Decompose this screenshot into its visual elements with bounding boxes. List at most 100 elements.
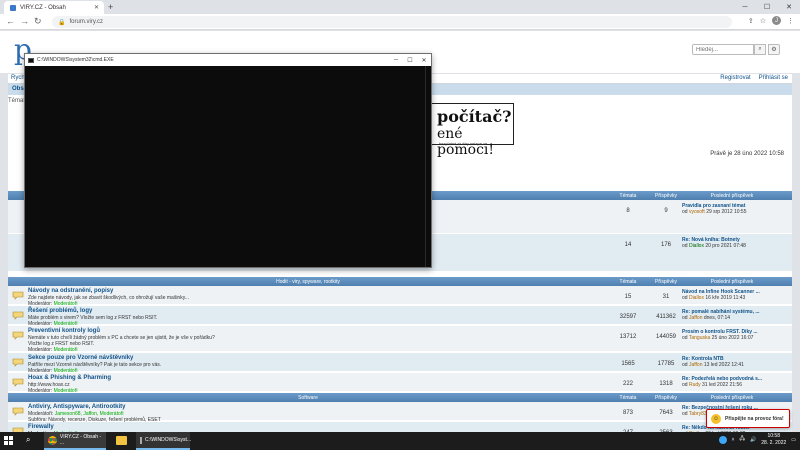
last-post-user[interactable]: Jaffon	[689, 315, 703, 321]
user-links: Registrovat Přihlásit se	[720, 75, 788, 81]
taskbar-chrome-app[interactable]: VIRY.CZ - Obsah - ...	[44, 432, 106, 450]
forum-title[interactable]: Hoax & Phishing & Pharming	[28, 375, 111, 381]
donate-popup[interactable]: ☺ Přispějte na provoz fóra!	[706, 409, 790, 428]
clock-date: 28. 2. 2022	[761, 440, 787, 446]
forum-row[interactable]: Antiviry, Antispyware, Antirootkity Moder…	[8, 402, 792, 423]
browser-toolbar: ← → ↻ 🔒 forum.viry.cz ⇪ ☆ J ⋮	[0, 14, 800, 30]
minimize-icon[interactable]: ─	[389, 54, 403, 66]
close-icon[interactable]: ✕	[417, 54, 431, 66]
share-icon[interactable]: ⇪	[748, 17, 754, 25]
clock[interactable]: 10:58 28. 2. 2022	[761, 433, 786, 447]
notifications-icon[interactable]: ▭	[791, 437, 796, 443]
cmd-title: C:\WINDOWS\system32\cmd.EXE	[37, 57, 114, 63]
profile-avatar[interactable]: J	[772, 16, 781, 25]
last-post-date: 29 srp 2012 10:55	[706, 209, 747, 215]
bookmark-star-icon[interactable]: ☆	[760, 17, 766, 25]
last-post-user[interactable]: Tanguska	[689, 335, 710, 341]
smiley-icon: ☺	[711, 413, 721, 424]
forum-title[interactable]: Návody na odstranění, popisy	[28, 288, 113, 294]
last-post-date: 25 úno 2022 16:07	[711, 335, 754, 341]
popup-text: Přispějte na provoz fóra!	[725, 415, 784, 422]
last-post-date: 31 led 2022 21:56	[702, 382, 743, 388]
search-icon[interactable]: ⌕	[26, 435, 30, 445]
section-header-3: Software Témata Příspěvky Poslední přísp…	[8, 393, 792, 402]
last-post-user[interactable]: Diallox	[689, 243, 704, 249]
cmd-window[interactable]: C:\WINDOWS\system32\cmd.EXE ─ ☐ ✕	[24, 53, 432, 268]
forum-row[interactable]: Hoax & Phishing & Pharming http://www.hoa…	[8, 373, 792, 394]
new-tab-button[interactable]: +	[108, 2, 113, 12]
forum-icon	[12, 378, 24, 387]
last-post: Re: Kontrola NTB od Jaffon 13 led 2022 12…	[682, 356, 744, 368]
col-last-post: Poslední příspěvek	[710, 192, 754, 199]
forum-row[interactable]: Preventivní kontroly logů Nemáte v tuto c…	[8, 326, 792, 353]
forum-row[interactable]: FirewallyModerátor: ModerátořiSubfóra: N…	[8, 422, 792, 432]
system-tray: ˄ 🖧 🔊 10:58 28. 2. 2022 ▭	[718, 433, 796, 447]
windows-start-icon[interactable]	[4, 436, 14, 446]
window-controls: ─ ☐ ✕	[734, 0, 800, 14]
file-explorer-icon[interactable]	[116, 436, 127, 445]
chrome-icon	[48, 435, 57, 445]
last-post: Návod na Infine Hook Scanner ... od Diall…	[682, 289, 760, 301]
close-icon[interactable]: ✕	[778, 0, 800, 14]
forum-row[interactable]: Návody na odstranění, popisy Zde najdete …	[8, 286, 792, 307]
login-link[interactable]: Přihlásit se	[759, 75, 788, 81]
advanced-search-gear-icon[interactable]: ⚙	[768, 44, 780, 55]
cmd-scrollbar[interactable]	[425, 66, 431, 267]
chevron-up-icon[interactable]: ˄	[732, 437, 735, 443]
banner-line-3: bezplatné služby nelape.cz	[439, 141, 488, 146]
forum-title[interactable]: Řešení problémů, logy	[28, 308, 92, 314]
minimize-icon[interactable]: ─	[734, 0, 756, 14]
forum-title[interactable]: Firewally	[28, 424, 54, 430]
cmd-titlebar[interactable]: C:\WINDOWS\system32\cmd.EXE ─ ☐ ✕	[25, 54, 431, 66]
search-input[interactable]	[692, 44, 754, 55]
weather-icon[interactable]	[718, 436, 727, 444]
last-post-user[interactable]: Tabry83	[689, 411, 707, 417]
maximize-icon[interactable]: ☐	[756, 0, 778, 14]
forum-icon	[12, 358, 24, 367]
last-post-date: 20 pro 2021 07:48	[705, 243, 746, 249]
forum-title[interactable]: Antiviry, Antispyware, Antirootkity	[28, 404, 125, 410]
section-header-2: Hodit - viry, spyware, rootkity Témata P…	[8, 277, 792, 286]
ad-banner[interactable]: počítač? ené pomoci! bezplatné služby ne…	[428, 103, 514, 158]
search-button[interactable]: ⌕	[754, 44, 766, 55]
close-tab-icon[interactable]: ✕	[94, 4, 99, 11]
back-icon[interactable]: ←	[6, 16, 15, 26]
volume-icon[interactable]: 🔊	[750, 437, 756, 443]
maximize-icon[interactable]: ☐	[403, 54, 417, 66]
cmd-icon	[28, 57, 34, 63]
forum-icon	[12, 407, 24, 416]
windows-taskbar: ⌕ VIRY.CZ - Obsah - ... C:\WINDOWS\syst.…	[0, 432, 800, 450]
register-link[interactable]: Registrovat	[720, 75, 750, 81]
site-favicon-icon	[10, 4, 16, 11]
section-title[interactable]: Software	[8, 395, 608, 401]
last-post-user[interactable]: vyosoft	[689, 209, 705, 215]
last-post-user[interactable]: Jaffon	[689, 362, 703, 368]
taskbar-cmd-label: C:\WINDOWS\syst...	[145, 437, 192, 443]
last-post-by: od	[682, 243, 688, 249]
last-post-user[interactable]: Diallox	[689, 295, 704, 301]
section-title[interactable]: Hodit - viry, spyware, rootkity	[8, 279, 608, 285]
last-post-date: dnes, 07:14	[703, 315, 731, 321]
menu-kebab-icon[interactable]: ⋮	[787, 17, 794, 25]
reload-icon[interactable]: ↻	[34, 16, 42, 27]
toolbar-right: ⇪ ☆ J ⋮	[748, 16, 794, 25]
network-icon[interactable]: 🖧	[739, 436, 745, 444]
last-post: Re: Podezřelá nebo podvodná s... od Rudy …	[682, 376, 763, 388]
last-post-user[interactable]: Rudy	[689, 382, 701, 388]
banner-line-1: počítač?	[437, 107, 512, 126]
forum-icon	[12, 311, 24, 320]
last-post-by: od	[682, 209, 688, 215]
forum-row[interactable]: Sekce pouze pro Vzorné návštěvníky Patřít…	[8, 353, 792, 374]
taskbar-cmd-app[interactable]: C:\WINDOWS\syst...	[136, 432, 192, 450]
col-last-post: Poslední příspěvek	[710, 278, 754, 285]
forum-icon	[12, 331, 24, 340]
address-bar[interactable]: 🔒 forum.viry.cz	[52, 16, 732, 28]
forum-title[interactable]: Sekce pouze pro Vzorné návštěvníky	[28, 355, 133, 361]
forward-icon[interactable]: →	[20, 16, 29, 26]
browser-tab[interactable]: VIRY.CZ - Obsah ✕	[4, 1, 104, 14]
browser-tab-strip: VIRY.CZ - Obsah ✕ + ─ ☐ ✕	[0, 0, 800, 14]
forum-row[interactable]: Řešení problémů, logy Máte problém s vire…	[8, 306, 792, 327]
url-text: forum.viry.cz	[69, 19, 104, 25]
forum-title[interactable]: Preventivní kontroly logů	[28, 328, 100, 334]
tab-title: VIRY.CZ - Obsah	[20, 4, 66, 11]
